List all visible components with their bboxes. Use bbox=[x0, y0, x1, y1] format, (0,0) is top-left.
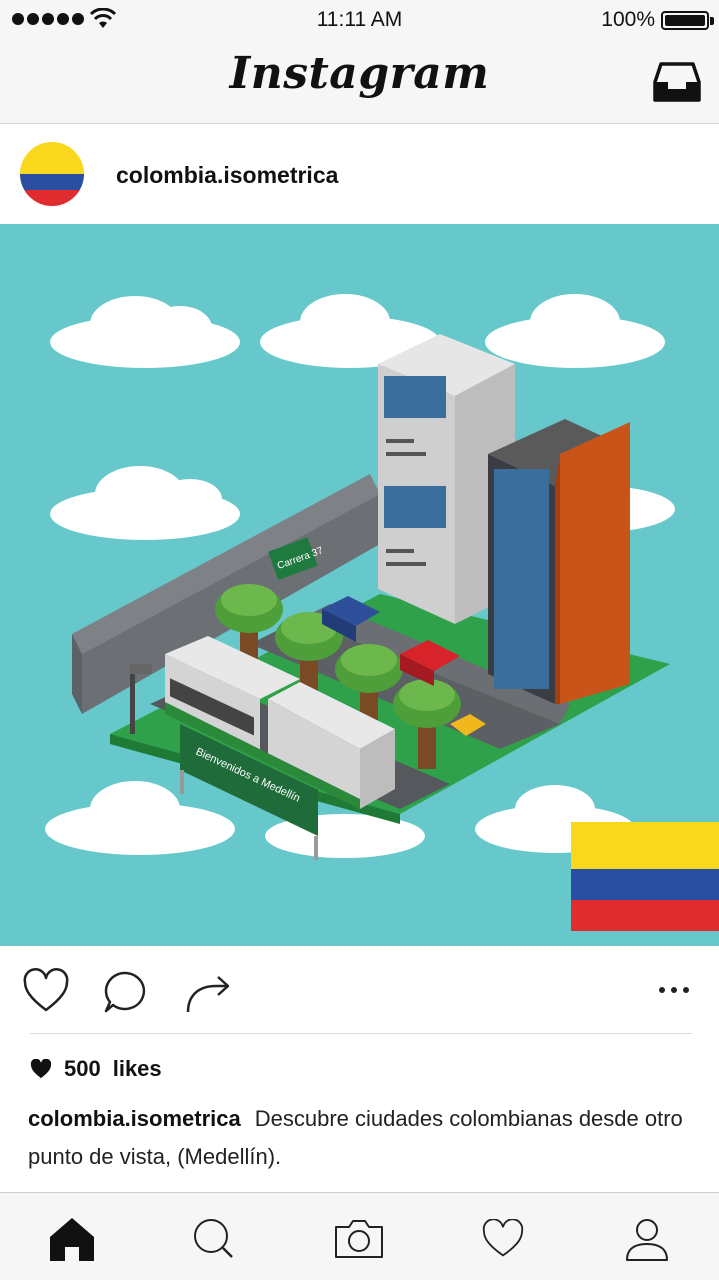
battery-percentage: 100% bbox=[601, 8, 655, 31]
likes-count[interactable]: 500 likes bbox=[30, 1056, 162, 1082]
nav-search[interactable] bbox=[186, 1213, 242, 1265]
post-header: colombia.isometrica bbox=[0, 124, 719, 224]
nav-home[interactable] bbox=[44, 1213, 100, 1265]
bottom-navigation bbox=[0, 1192, 719, 1280]
inbox-tray-icon[interactable] bbox=[653, 60, 701, 104]
nav-profile[interactable] bbox=[619, 1213, 675, 1265]
app-header: Instagram bbox=[0, 40, 719, 124]
comment-icon[interactable] bbox=[102, 968, 150, 1016]
divider bbox=[30, 1033, 692, 1034]
share-icon[interactable] bbox=[184, 968, 232, 1016]
likes-label: likes bbox=[112, 1056, 162, 1081]
post-username[interactable]: colombia.isometrica bbox=[116, 162, 338, 189]
filled-heart-icon bbox=[30, 1059, 52, 1079]
profile-icon bbox=[626, 1219, 668, 1261]
isometric-medellin-illustration: Carrera 37 Bienvenidos a Medellín bbox=[45, 294, 719, 931]
heart-icon[interactable] bbox=[22, 968, 70, 1016]
home-icon bbox=[50, 1218, 94, 1261]
status-bar: 11:11 AM 100% bbox=[0, 0, 719, 40]
search-icon bbox=[194, 1219, 233, 1258]
more-options-icon[interactable] bbox=[650, 968, 698, 1016]
nav-camera[interactable] bbox=[331, 1213, 387, 1265]
likes-number: 500 bbox=[64, 1056, 101, 1081]
post-caption: colombia.isometrica Descubre ciudades col… bbox=[28, 1100, 688, 1176]
heart-icon bbox=[482, 1219, 524, 1257]
nav-activity[interactable] bbox=[475, 1213, 531, 1265]
post-image[interactable]: Carrera 37 Bienvenidos a Medellín bbox=[0, 224, 719, 946]
app-logo: Instagram bbox=[229, 48, 490, 99]
post-actions bbox=[0, 946, 719, 1036]
colombia-flag-avatar bbox=[20, 142, 84, 206]
battery-icon bbox=[661, 11, 709, 30]
avatar[interactable] bbox=[20, 142, 84, 206]
camera-icon bbox=[335, 1220, 383, 1258]
caption-username[interactable]: colombia.isometrica bbox=[28, 1106, 241, 1131]
